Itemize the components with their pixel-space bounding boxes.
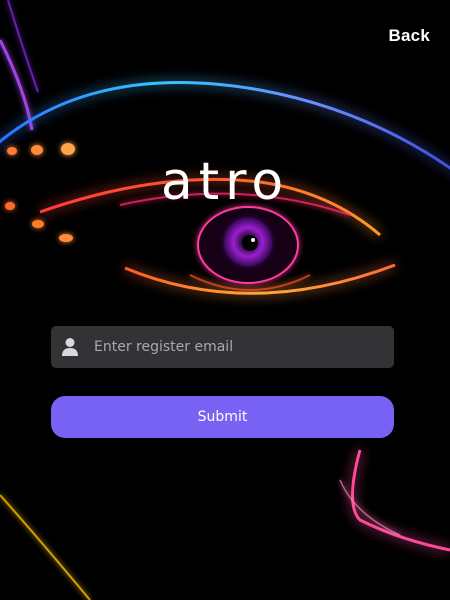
back-button[interactable]: Back bbox=[389, 26, 430, 46]
neon-eye-background bbox=[0, 0, 450, 600]
email-field[interactable] bbox=[51, 326, 394, 368]
atro-logo: atro bbox=[160, 152, 290, 212]
submit-button[interactable]: Submit bbox=[51, 396, 394, 438]
user-icon bbox=[62, 338, 78, 356]
email-input[interactable] bbox=[94, 326, 384, 368]
